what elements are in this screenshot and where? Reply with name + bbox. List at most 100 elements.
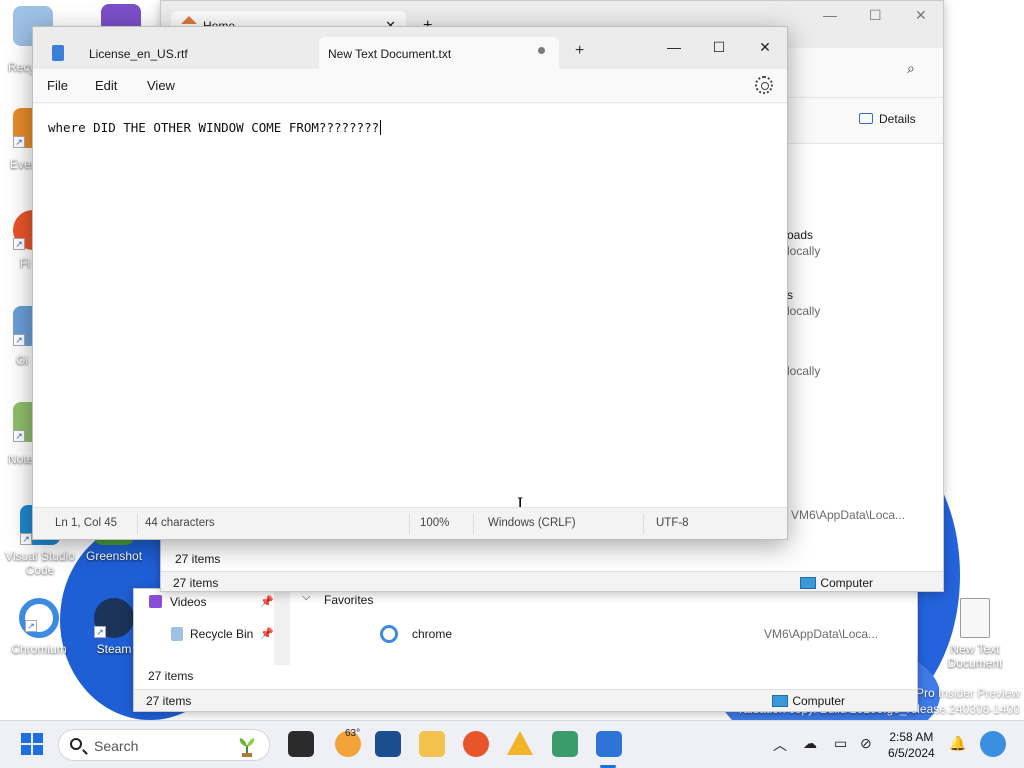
shortcut-arrow-icon: ↗ (13, 430, 25, 442)
clock[interactable]: 2:58 AM 6/5/2024 (888, 729, 935, 761)
desktop-icon-label: New Text Document (947, 642, 1003, 670)
windows-logo-pane (21, 745, 31, 755)
shortcut-arrow-icon: ↗ (13, 136, 25, 148)
status-line-ending[interactable]: Windows (CRLF) (488, 517, 576, 529)
chevron-up-icon[interactable]: ︿ (773, 735, 787, 755)
file-name: oads (787, 228, 814, 242)
windows-logo-icon (21, 733, 31, 743)
tab-label: License_en_US.rtf (89, 47, 188, 61)
virtualbox-icon[interactable] (375, 731, 401, 757)
search-placeholder: Search (94, 738, 139, 754)
list-item[interactable]: chrome VM6\AppData\Loca... (380, 625, 917, 649)
group-header-favorites[interactable]: ⌵ Favorites (302, 591, 374, 607)
notepad-window[interactable]: License_en_US.rtf New Text Document.txt … (32, 26, 788, 540)
maximize-button[interactable]: ☐ (696, 33, 742, 61)
menu-file[interactable]: File (47, 78, 68, 93)
status-location-label: Computer (792, 694, 845, 708)
tab-new-text-document[interactable]: New Text Document.txt (319, 37, 559, 69)
taskbar-search[interactable]: Search (58, 729, 270, 761)
menu-bar: File Edit View (33, 69, 787, 103)
text-file-icon (960, 598, 990, 638)
file-status: locally (787, 244, 821, 258)
notepad-icon[interactable] (596, 731, 622, 757)
notification-bell-icon[interactable]: 🔔 (949, 735, 966, 752)
status-bar: Ln 1, Col 45 44 characters 100% Windows … (33, 507, 787, 539)
file-location: VM6\AppData\Loca... (764, 627, 879, 641)
desktop-icon-new-text-document[interactable]: New Text Document (942, 598, 1008, 670)
item-count: 27 items (148, 669, 194, 683)
status-divider (473, 514, 474, 534)
copilot-icon[interactable] (980, 731, 1006, 757)
maximize-button[interactable]: ☐ (869, 7, 882, 24)
file-status: locally (787, 364, 821, 378)
unsaved-indicator-icon[interactable] (538, 47, 545, 54)
desktop-icon-label: Greenshot (86, 549, 142, 563)
desktop-icon-label: Ever (10, 157, 35, 171)
steam-icon: ↗ (94, 598, 134, 638)
details-button[interactable]: Details (859, 112, 916, 126)
clock-time: 2:58 AM (889, 730, 934, 744)
file-name: chrome (412, 627, 453, 641)
computer-icon (772, 695, 789, 707)
file-explorer-window-back[interactable]: Videos 📌 Recycle Bin 📌 ⌵ Favorites chrom… (133, 588, 918, 712)
warning-app-icon[interactable] (507, 731, 533, 755)
network-icon[interactable]: ⊘ (860, 735, 872, 752)
navigation-scrollbar[interactable] (274, 589, 290, 665)
search-highlight-icon (239, 738, 255, 757)
pin-icon: 📌 (260, 596, 274, 608)
file-location: VM6\AppData\Loca... (791, 508, 906, 522)
nav-item-label: Recycle Bin (190, 627, 254, 641)
display-icon[interactable]: ▭ (834, 735, 847, 752)
nav-item-videos[interactable]: Videos (149, 595, 207, 609)
task-view-icon[interactable] (288, 731, 314, 757)
shortcut-arrow-icon: ↗ (20, 533, 32, 545)
onedrive-offline-icon[interactable]: ☁ (803, 735, 817, 752)
nav-item-recycle-bin[interactable]: Recycle Bin (171, 627, 254, 641)
editor-text: where DID THE OTHER WINDOW COME FROM????… (48, 120, 380, 135)
file-explorer-icon[interactable] (419, 731, 445, 757)
text-editor[interactable]: where DID THE OTHER WINDOW COME FROM????… (33, 104, 787, 509)
desktop-icon-chromium[interactable]: ↗ Chromium (6, 598, 72, 656)
menu-edit[interactable]: Edit (95, 78, 117, 93)
nav-item-label: Videos (170, 595, 207, 609)
close-button[interactable]: ✕ (742, 33, 788, 61)
windows-logo-pane (33, 733, 43, 743)
status-location-label: Computer (820, 576, 873, 590)
status-encoding[interactable]: UTF-8 (656, 517, 689, 529)
notepad-plus-icon[interactable] (552, 731, 578, 757)
status-item-count: 27 items (146, 694, 192, 708)
status-location: Computer (800, 576, 873, 590)
settings-gear-icon[interactable] (755, 76, 773, 94)
group-header-label: Favorites (324, 593, 374, 607)
desktop-icon-label: Note (8, 452, 34, 466)
windows-logo-pane (33, 745, 43, 755)
new-tab-button[interactable]: + (575, 42, 584, 60)
recycle-bin-icon (171, 627, 183, 641)
pin-icon: 📌 (260, 628, 274, 640)
details-label: Details (879, 112, 916, 126)
minimize-button[interactable]: — (651, 33, 697, 61)
tab-license-rtf[interactable]: License_en_US.rtf (47, 37, 317, 69)
desktop-icon-label: Visual Studio Code (5, 549, 75, 577)
watermark-line: Pro Insider Preview (915, 686, 1020, 700)
status-zoom[interactable]: 100% (420, 517, 449, 529)
status-divider (409, 514, 410, 534)
start-button[interactable] (21, 733, 43, 755)
tab-label: New Text Document.txt (328, 47, 452, 61)
chromium-icon: ↗ (19, 598, 59, 638)
close-button[interactable]: ✕ (915, 7, 927, 24)
search-icon[interactable]: ⌕ (907, 60, 915, 77)
desktop-icon-label: Chromium (11, 642, 67, 656)
file-status: locally (787, 304, 821, 318)
status-bar: 27 items Computer (134, 689, 917, 711)
chevron-down-icon: ⌵ (302, 591, 311, 603)
menu-view[interactable]: View (147, 78, 175, 93)
details-pane-icon (859, 113, 873, 124)
status-characters: 44 characters (145, 517, 215, 529)
computer-icon (800, 577, 817, 589)
firefox-icon[interactable] (463, 731, 489, 757)
notepad-titlebar[interactable]: License_en_US.rtf New Text Document.txt … (33, 27, 787, 69)
minimize-button[interactable]: — (823, 7, 837, 23)
search-icon (70, 738, 82, 750)
shortcut-arrow-icon: ↗ (13, 238, 25, 250)
